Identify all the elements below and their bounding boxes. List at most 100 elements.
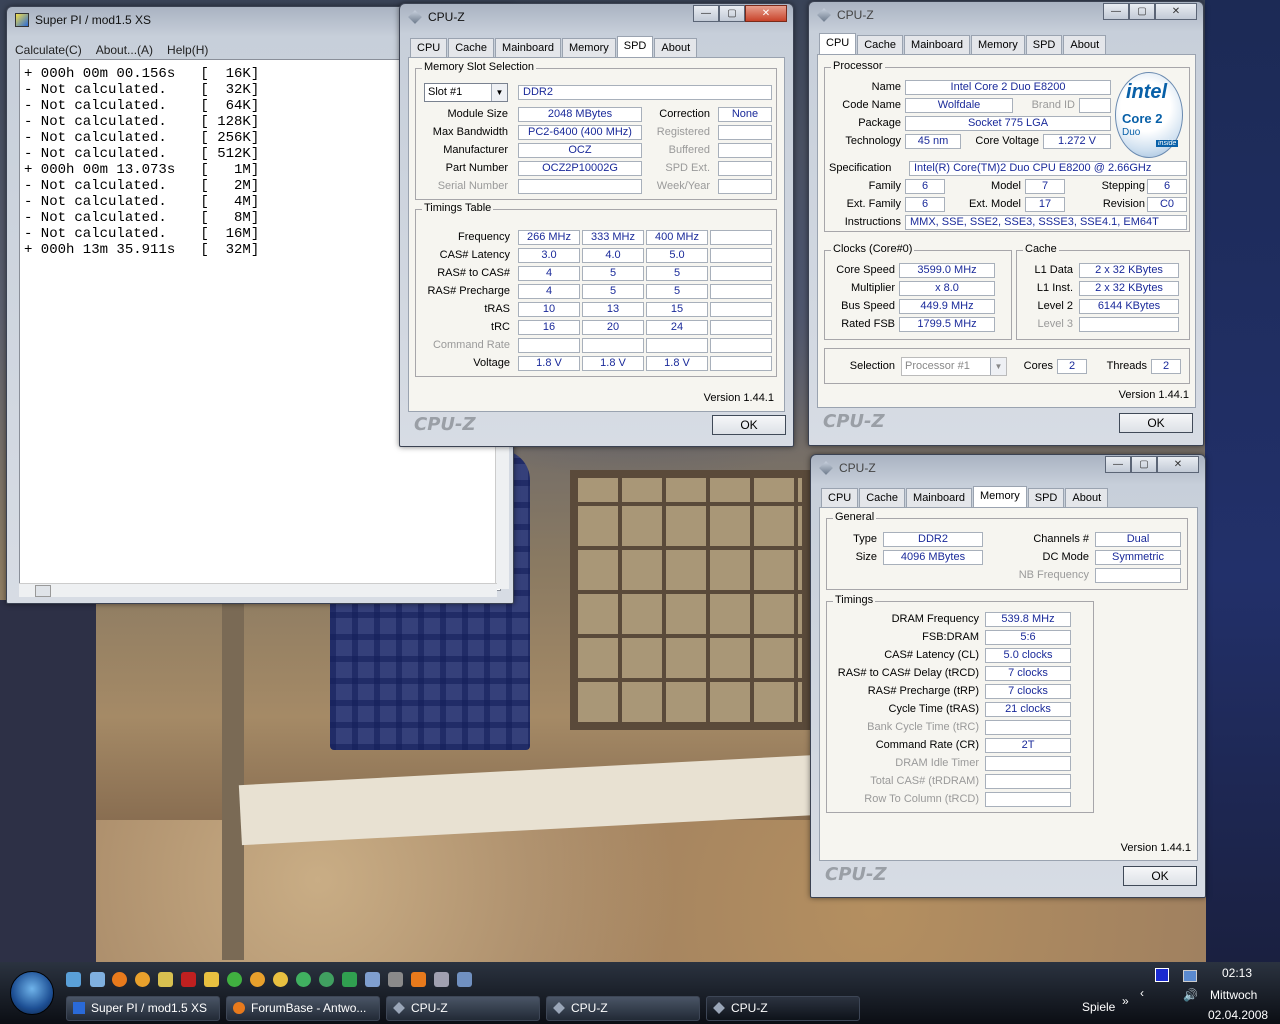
chevron-down-icon[interactable]: ▼ [990,358,1006,375]
cpu-instructions: MMX, SSE, SSE2, SSE3, SSSE3, SSE4.1, EM6… [905,215,1187,230]
close-button[interactable]: ✕ [745,5,787,22]
clock-time[interactable]: 02:13 [1222,966,1252,980]
tray-app-icon[interactable] [1155,968,1169,982]
name-label: Name [871,81,901,93]
tab-spd[interactable]: SPD [1027,488,1065,507]
tab-cache[interactable]: Cache [448,38,495,57]
spd-right-label: SPD Ext. [665,162,710,174]
spd-left-value: PC2-6400 (400 MHz) [518,125,642,140]
general-group: General Type DDR2 Size 4096 MBytes Chann… [826,511,1188,590]
superpi-hscrollbar[interactable] [19,583,497,597]
network-icon[interactable] [1183,970,1197,982]
maximize-button[interactable]: ▢ [719,5,745,22]
taskbar-button-cpuz-1[interactable]: CPU-Z [386,996,540,1021]
spiele-toolbar[interactable]: Spiele [1082,1000,1115,1014]
volume-icon[interactable]: 🔊 [1183,988,1198,1002]
menu-about[interactable]: About...(A) [96,43,153,57]
app-icon-12[interactable] [342,972,357,987]
tab-spd[interactable]: SPD [616,36,654,57]
intel-logo-line2: Duo [1122,127,1141,138]
switch-windows-icon[interactable] [90,972,105,987]
cpu-ok-button[interactable]: OK [1119,413,1193,433]
minimize-button[interactable]: — [1103,3,1129,20]
cache-value [1079,317,1179,332]
chevron-down-icon[interactable]: ▼ [491,84,507,101]
app-icon-9[interactable] [273,972,288,987]
tab-about[interactable]: About [654,38,698,57]
chevron-right-icon[interactable]: » [1122,994,1129,1008]
maximize-button[interactable]: ▢ [1131,456,1157,473]
app-icon-17[interactable] [457,972,472,987]
chevron-left-icon[interactable]: ‹ [1140,986,1144,1000]
start-button[interactable] [10,971,54,1015]
close-button[interactable]: ✕ [1157,456,1199,473]
code-name-label: Code Name [842,99,901,111]
maximize-button[interactable]: ▢ [1129,3,1155,20]
timing-value: 24 [646,320,708,335]
tab-cpu[interactable]: CPU [821,488,859,507]
timing-value: 4.0 [582,248,644,263]
tab-cache[interactable]: Cache [857,35,904,54]
menu-calculate[interactable]: Calculate(C) [15,43,82,57]
cpuz-spd-window[interactable]: CPU-Z — ▢ ✕ CPU Cache Mainboard Memory S… [399,3,794,447]
tab-memory[interactable]: Memory [971,35,1025,54]
spd-version: Version 1.44.1 [703,392,774,404]
tab-mainboard[interactable]: Mainboard [495,38,562,57]
taskbar-button-cpuz-3[interactable]: CPU-Z [706,996,860,1021]
tab-mainboard[interactable]: Mainboard [906,488,973,507]
tab-spd[interactable]: SPD [1025,35,1063,54]
memory-timing-value: 2T [985,738,1071,753]
taskbar-button-cpuz-2[interactable]: CPU-Z [546,996,700,1021]
firefox-icon[interactable] [112,972,127,987]
tab-memory[interactable]: Memory [973,486,1027,507]
app-icon-13[interactable] [365,972,380,987]
cache-label: L1 Inst. [1036,282,1073,294]
taskbar-button-forumbase[interactable]: ForumBase - Antwo... [226,996,380,1021]
clock-date[interactable]: 02.04.2008 [1208,1008,1268,1022]
info-icon[interactable] [135,972,150,987]
menu-help[interactable]: Help(H) [167,43,208,57]
intel-logo-text: intel [1126,81,1168,103]
memory-timing-value [985,774,1071,789]
vlc-icon[interactable] [411,972,426,987]
acrobat-icon[interactable] [181,972,196,987]
timing-value: 5.0 [646,248,708,263]
memory-ok-button[interactable]: OK [1123,866,1197,886]
tab-cpu[interactable]: CPU [819,33,857,54]
app-icon-10[interactable] [296,972,311,987]
app-icon-14[interactable] [388,972,403,987]
tab-cpu[interactable]: CPU [410,38,448,57]
clock-value: 449.9 MHz [899,299,995,314]
app-icon-6[interactable] [204,972,219,987]
taskbar-button-superpi[interactable]: Super PI / mod1.5 XS [66,996,220,1021]
memory-timing-value: 5:6 [985,630,1071,645]
minimize-button[interactable]: — [1105,456,1131,473]
tab-memory[interactable]: Memory [562,38,616,57]
minimize-button[interactable]: — [693,5,719,22]
slot-select[interactable]: Slot #1 ▼ [424,83,508,102]
processor-select[interactable]: Processor #1 ▼ [901,357,1007,376]
tab-about[interactable]: About [1065,488,1109,507]
superpi-hscroll-thumb[interactable] [35,585,51,597]
close-button[interactable]: ✕ [1155,3,1197,20]
tab-cache[interactable]: Cache [859,488,906,507]
app-icon-7[interactable] [227,972,242,987]
clock-day[interactable]: Mittwoch [1210,988,1257,1002]
app-icon-16[interactable] [434,972,449,987]
tool-icon[interactable] [158,972,173,987]
cpuz-memory-window[interactable]: CPU-Z — ▢ ✕ CPU Cache Mainboard Memory S… [810,454,1206,898]
app-icon-8[interactable] [250,972,265,987]
memory-dc-mode: Symmetric [1095,550,1181,565]
tab-about[interactable]: About [1063,35,1107,54]
cache-value: 2 x 32 KBytes [1079,281,1179,296]
timing-value [710,248,772,263]
superpi-menubar: Calculate(C) About...(A) Help(H) [15,43,222,57]
app-icon-11[interactable] [319,972,334,987]
show-desktop-icon[interactable] [66,972,81,987]
cpu-cores: 2 [1057,359,1087,374]
memory-timing-label: DRAM Frequency [891,613,979,625]
cpuz-cpu-window[interactable]: CPU-Z — ▢ ✕ CPU Cache Mainboard Memory S… [808,1,1204,446]
spd-ok-button[interactable]: OK [712,415,786,435]
specification-label: Specification [829,162,892,174]
tab-mainboard[interactable]: Mainboard [904,35,971,54]
